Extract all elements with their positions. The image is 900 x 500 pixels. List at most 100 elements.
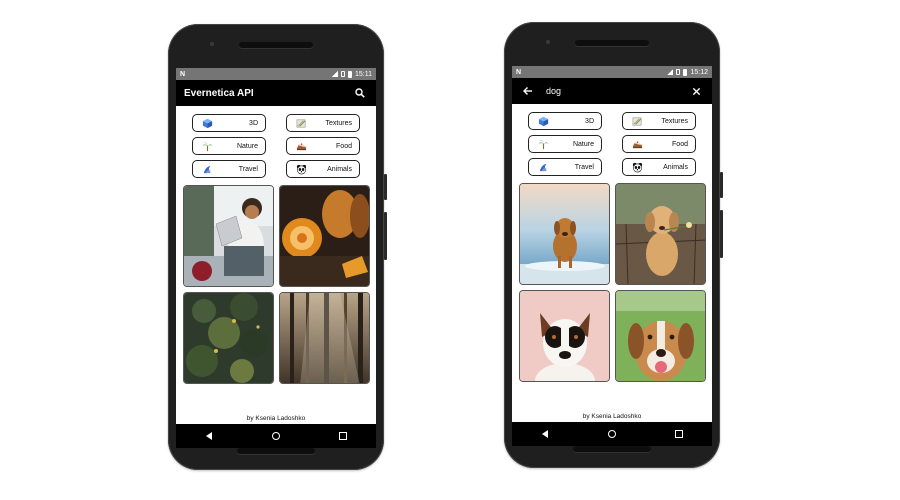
front-camera [210, 42, 214, 46]
app-bar: Evernetica API [176, 80, 376, 106]
image-tile[interactable] [278, 185, 370, 287]
status-bar: N 15:12 [512, 66, 712, 78]
photo-credit: by Ksenia Ladoshko [512, 410, 712, 422]
earpiece-speaker [239, 42, 313, 48]
sim-icon [341, 71, 345, 77]
signal-icon [332, 71, 338, 77]
screen: N 15:11 Evernetica API 3D Textures Natur… [176, 68, 376, 424]
arrow-left-icon [523, 87, 532, 95]
chip-food[interactable]: Food [622, 135, 696, 153]
photo-credit: by Ksenia Ladoshko [176, 412, 376, 424]
cake-icon [295, 140, 307, 152]
bottom-speaker [237, 448, 315, 454]
chip-nature[interactable]: Nature [528, 135, 602, 153]
search-input[interactable]: dog [546, 86, 688, 96]
chip-label: Animals [663, 163, 688, 171]
status-time: 15:12 [690, 68, 708, 76]
volume-button [384, 174, 387, 200]
chip-label: Food [672, 140, 688, 148]
back-button[interactable] [533, 424, 557, 444]
texture-icon [295, 117, 307, 129]
chip-animals[interactable]: Animals [622, 158, 696, 176]
chip-animals[interactable]: Animals [286, 160, 360, 178]
bottom-speaker [573, 446, 651, 452]
image-tile[interactable] [614, 183, 706, 285]
photo-person-laptop [183, 186, 273, 286]
back-icon [542, 430, 549, 438]
image-tile[interactable] [614, 290, 706, 382]
photo-dog-flower [615, 184, 705, 284]
chip-label: Nature [236, 142, 258, 150]
palm-tree-icon [537, 138, 549, 150]
panda-icon [295, 163, 307, 175]
app-title: Evernetica API [184, 87, 254, 99]
chip-textures[interactable]: Textures [622, 112, 696, 130]
category-chips: 3D Textures Nature Food Travel Animals [512, 104, 712, 176]
status-bar: N 15:11 [176, 68, 376, 80]
home-button[interactable] [264, 426, 288, 446]
back-arrow-button[interactable] [520, 83, 536, 99]
phone-frame-1: N 15:11 Evernetica API 3D Textures Natur… [168, 24, 387, 470]
navigation-bar [512, 422, 712, 446]
back-button[interactable] [197, 426, 221, 446]
signal-icon [667, 69, 674, 75]
home-button[interactable] [600, 424, 624, 444]
chip-food[interactable]: Food [286, 137, 360, 155]
chip-label: Travel [574, 163, 594, 171]
image-tile[interactable] [518, 183, 610, 285]
chip-travel[interactable]: Travel [192, 160, 266, 178]
chip-label: Travel [238, 165, 258, 173]
clear-search-button[interactable] [688, 83, 704, 99]
status-time: 15:11 [355, 70, 372, 78]
cube-icon [537, 115, 549, 127]
photo-foggy-forest [279, 293, 369, 383]
battery-icon [683, 68, 688, 76]
recents-icon [674, 430, 683, 438]
cake-icon [631, 138, 643, 150]
photo-dog-beach [519, 184, 609, 284]
notification-n-icon: N [516, 68, 522, 76]
chip-label: Textures [325, 119, 352, 127]
earpiece-speaker [575, 40, 649, 46]
chip-label: Animals [327, 165, 352, 173]
travel-icon [201, 163, 213, 175]
battery-icon [348, 70, 352, 78]
palm-tree-icon [201, 140, 213, 152]
image-grid [512, 183, 712, 382]
chip-label: Textures [661, 117, 688, 125]
photo-forest-aerial [183, 293, 273, 383]
close-icon [692, 87, 700, 95]
chip-textures[interactable]: Textures [286, 114, 360, 132]
image-tile[interactable] [182, 185, 274, 287]
notification-n-icon: N [180, 70, 186, 78]
power-button [384, 212, 387, 260]
photo-pumpkin [279, 186, 369, 286]
navigation-bar [176, 424, 376, 448]
photo-beagle [615, 291, 705, 381]
image-tile[interactable] [182, 292, 274, 384]
chip-3d[interactable]: 3D [528, 112, 602, 130]
chip-3d[interactable]: 3D [192, 114, 266, 132]
chip-label: Nature [572, 140, 594, 148]
sim-icon [676, 69, 681, 75]
image-grid [176, 185, 376, 384]
image-tile[interactable] [518, 290, 610, 382]
phone-frame-2: N 15:12 dog 3D Textures Nature Food Trav… [504, 22, 723, 468]
chip-travel[interactable]: Travel [528, 158, 602, 176]
recents-button[interactable] [667, 424, 691, 444]
power-button [720, 210, 723, 258]
category-chips: 3D Textures Nature Food Travel Animals [176, 106, 376, 178]
chip-label: 3D [585, 117, 594, 125]
panda-icon [631, 161, 643, 173]
search-icon [355, 88, 365, 98]
recents-button[interactable] [331, 426, 355, 446]
volume-button [720, 172, 723, 198]
chip-nature[interactable]: Nature [192, 137, 266, 155]
screen: N 15:12 dog 3D Textures Nature Food Trav… [512, 66, 712, 422]
chip-label: Food [336, 142, 352, 150]
photo-dog-pink [519, 291, 609, 381]
chip-label: 3D [249, 119, 258, 127]
search-button[interactable] [352, 85, 368, 101]
home-icon [271, 432, 280, 440]
image-tile[interactable] [278, 292, 370, 384]
